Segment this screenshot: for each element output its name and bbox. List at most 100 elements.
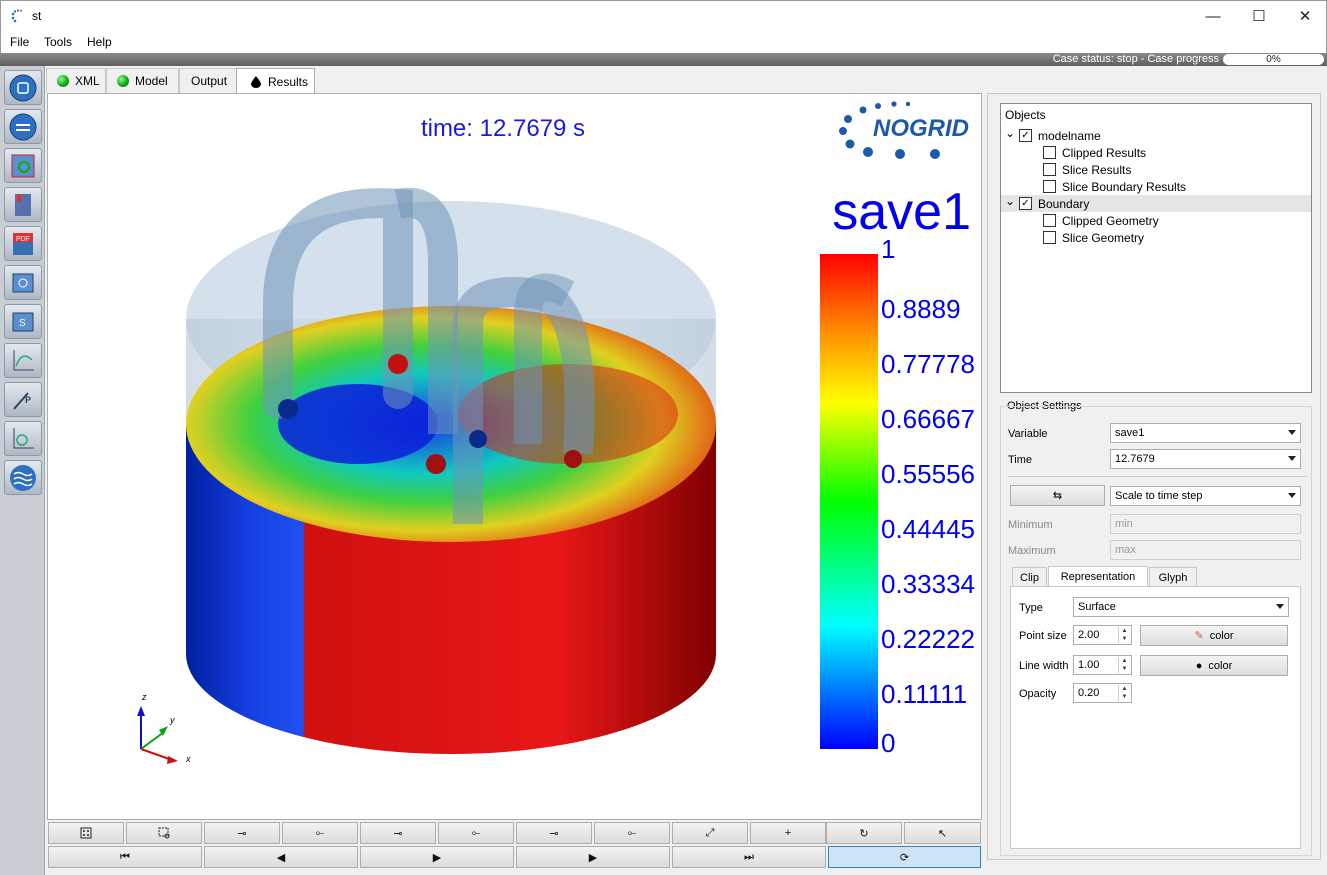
maximize-button[interactable]: ☐: [1236, 1, 1282, 31]
rotate-icon[interactable]: ↻: [826, 822, 902, 844]
colorbar-tick-label: 0.77778: [881, 349, 975, 379]
tree-checkbox[interactable]: [1043, 214, 1056, 227]
reset-view-icon[interactable]: [48, 822, 124, 844]
rotate-y-icon[interactable]: +: [750, 822, 826, 844]
expand-chevron-icon[interactable]: ⌄: [1005, 194, 1019, 208]
notes-icon[interactable]: [4, 187, 42, 222]
prev-frame-button[interactable]: ◀: [204, 846, 358, 868]
expand-chevron-icon[interactable]: ⌄: [1005, 126, 1019, 140]
next-frame-button[interactable]: ▶: [516, 846, 670, 868]
render-viewport[interactable]: time: 12.7679 s NOGRID save1 1 0.8889 0.77…: [47, 93, 982, 820]
xy-plot-icon[interactable]: [4, 343, 42, 378]
opacity-label: Opacity: [1019, 688, 1057, 700]
tree-item[interactable]: Slice Geometry: [1001, 229, 1311, 246]
spin-arrows-icon[interactable]: ▲ ▼: [1118, 657, 1130, 673]
colorbar-tick-label: 0: [881, 728, 895, 758]
probe-icon[interactable]: P: [4, 382, 42, 417]
spin-arrows-icon[interactable]: ▲ ▼: [1118, 627, 1130, 643]
flow-icon[interactable]: [4, 460, 42, 495]
tree-item[interactable]: Slice Boundary Results: [1001, 178, 1311, 195]
line-width-spinbox[interactable]: 1.00 ▲ ▼: [1073, 655, 1132, 675]
tree-checkbox[interactable]: [1043, 163, 1056, 176]
tree-item-label: Slice Geometry: [1062, 230, 1145, 245]
prev-frame-icon: ◀: [276, 851, 286, 864]
refresh-icon[interactable]: [4, 109, 42, 144]
objects-tree[interactable]: Objects ⌄ ✓ modelname Clipped Results Slice …: [1000, 103, 1312, 393]
menu-file[interactable]: File: [10, 35, 29, 49]
scale-select[interactable]: Scale to time step: [1110, 486, 1301, 506]
view-z-plus-icon[interactable]: ⊸: [516, 822, 592, 844]
tree-checkbox[interactable]: [1043, 231, 1056, 244]
close-button[interactable]: ✕: [1282, 1, 1327, 31]
first-frame-button[interactable]: ⏮: [48, 846, 202, 868]
tab-clip[interactable]: Clip: [1012, 567, 1047, 587]
tree-checkbox[interactable]: ✓: [1019, 129, 1032, 142]
opacity-spinbox[interactable]: 0.20 ▲ ▼: [1073, 683, 1132, 703]
tab-results[interactable]: Results: [236, 68, 315, 94]
tab-output[interactable]: Output: [179, 68, 237, 93]
tree-item-label: Boundary: [1038, 196, 1090, 211]
title-bar: st — ☐ ✕: [0, 0, 1327, 31]
tree-item[interactable]: ⌄ ✓ modelname: [1001, 126, 1311, 144]
point-color-button[interactable]: ✎ color: [1140, 625, 1288, 646]
tree-item[interactable]: Clipped Results: [1001, 144, 1311, 161]
type-select[interactable]: Surface: [1073, 597, 1289, 617]
view-y-minus-icon[interactable]: ⟜: [438, 822, 514, 844]
menu-tools[interactable]: Tools: [44, 35, 72, 49]
play-button[interactable]: ▶: [360, 846, 514, 868]
last-frame-button[interactable]: ⏭: [672, 846, 826, 868]
loop-button[interactable]: ⟳: [828, 846, 981, 868]
grid-search-icon[interactable]: [4, 148, 42, 183]
type-value: Surface: [1078, 601, 1116, 613]
nogrid-logo-text: NOGRID: [873, 115, 969, 142]
spin-arrows-icon[interactable]: ▲ ▼: [1118, 685, 1130, 701]
pdf-icon[interactable]: PDF: [4, 226, 42, 261]
time-plot-icon[interactable]: [4, 421, 42, 456]
point-size-spinbox[interactable]: 2.00 ▲ ▼: [1073, 625, 1132, 645]
tree-checkbox[interactable]: [1043, 180, 1056, 193]
tree-item[interactable]: Slice Results: [1001, 161, 1311, 178]
variable-select[interactable]: save1: [1110, 423, 1301, 443]
app-icon: [11, 9, 22, 23]
time-select[interactable]: 12.7679: [1110, 449, 1301, 469]
point-size-value: 2.00: [1078, 629, 1100, 641]
axis-z-label: z: [141, 692, 147, 702]
home-icon[interactable]: [4, 70, 42, 105]
view-z-minus-icon[interactable]: ⟜: [594, 822, 670, 844]
rotate-x-icon[interactable]: ⤢: [672, 822, 748, 844]
axis-x-label: x: [185, 754, 191, 764]
axes-triad: z y x: [137, 692, 191, 764]
minimum-input[interactable]: min: [1110, 514, 1301, 534]
colorbar-tick-label: 1: [881, 234, 895, 264]
variable-label: Variable: [1008, 428, 1048, 440]
tab-glyph[interactable]: Glyph: [1149, 567, 1197, 587]
screenshot-icon[interactable]: [4, 265, 42, 300]
zoom-box-icon[interactable]: [126, 822, 202, 844]
menu-help[interactable]: Help: [87, 35, 112, 49]
tree-item[interactable]: Clipped Geometry: [1001, 212, 1311, 229]
type-label: Type: [1019, 602, 1043, 614]
view-y-plus-icon[interactable]: ⊸: [360, 822, 436, 844]
green-dot-icon: [57, 75, 69, 87]
screenshot-settings-icon[interactable]: S: [4, 304, 42, 339]
colorbar-tick-label: 0.8889: [881, 294, 961, 324]
tab-xml[interactable]: XML: [46, 68, 106, 93]
colorbar-tick-label: 0.44445: [881, 514, 975, 544]
svg-text:P: P: [25, 395, 31, 405]
tree-item[interactable]: ⌄ ✓ Boundary: [1001, 194, 1311, 212]
tree-checkbox[interactable]: [1043, 146, 1056, 159]
view-x-plus-icon[interactable]: ⊸: [204, 822, 280, 844]
time-label: time: 12.7679 s: [421, 115, 585, 142]
pick-icon[interactable]: ↖: [904, 822, 981, 844]
tree-checkbox[interactable]: ✓: [1019, 197, 1032, 210]
swap-range-button[interactable]: ⇆: [1010, 485, 1105, 506]
tab-representation[interactable]: Representation: [1048, 566, 1148, 587]
line-color-button[interactable]: ● color: [1140, 655, 1288, 676]
colorbar-title: save1: [832, 183, 971, 241]
maximum-input[interactable]: max: [1110, 540, 1301, 560]
minimize-button[interactable]: —: [1190, 1, 1236, 31]
view-x-minus-icon[interactable]: ⟜: [282, 822, 358, 844]
tab-model[interactable]: Model: [106, 68, 179, 93]
next-frame-icon: ▶: [588, 851, 598, 864]
tab-output-label: Output: [191, 74, 228, 88]
